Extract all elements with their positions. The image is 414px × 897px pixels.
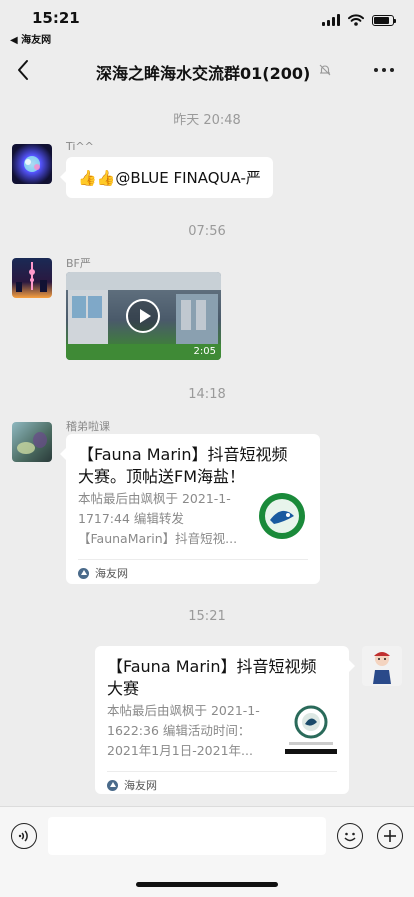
status-time: 15:21 — [32, 9, 80, 27]
plus-icon[interactable] — [377, 823, 403, 849]
sender-name: BF严 — [66, 257, 91, 270]
message-bubble[interactable]: 👍👍@BLUE FINAQUA-严 — [60, 157, 273, 198]
battery-icon — [372, 14, 396, 26]
play-icon[interactable] — [126, 299, 160, 333]
message-timestamp: 15:21 — [188, 609, 226, 624]
link-card[interactable]: 【Fauna Marin】抖音短视频大赛 本帖最后由飒枫于 2021-1-162… — [95, 646, 355, 794]
cellular-signal-icon — [322, 14, 340, 26]
more-dots-icon[interactable] — [374, 68, 394, 72]
home-indicator — [136, 882, 278, 887]
sender-name: 稽弟啦课 — [66, 420, 110, 433]
card-divider — [107, 771, 337, 772]
haiyou-logo-icon — [78, 567, 89, 579]
chat-title: 深海之眸海水交流群01(200) — [96, 64, 311, 83]
message-timestamp: 昨天 20:48 — [173, 113, 241, 128]
smile-glyph — [344, 832, 356, 842]
wifi-icon — [348, 14, 364, 26]
link-source: 海友网 — [78, 565, 128, 581]
battery-fill — [374, 16, 390, 24]
coral-avatar-icon — [24, 156, 40, 172]
bell-off-icon — [319, 64, 331, 76]
fauna-marin-logo-icon — [285, 705, 337, 754]
avatar[interactable] — [12, 422, 52, 462]
link-source-label: 海友网 — [95, 567, 128, 580]
sender-name: Ti^^ — [66, 140, 94, 153]
link-description: 本帖最后由飒枫于 2021-1-1622:36 编辑活动时间：2021年1月1日… — [107, 703, 260, 758]
chevron-left-icon[interactable] — [14, 57, 34, 83]
haiyou-logo-icon — [107, 779, 118, 791]
link-title: 【Fauna Marin】抖音短视频大赛 — [107, 657, 317, 698]
status-bar: 15:21 ◀ 海友网 — [0, 0, 414, 48]
aquarium-club-logo-icon — [259, 493, 305, 539]
avatar[interactable] — [12, 258, 52, 298]
link-card[interactable]: 【Fauna Marin】抖音短视频大赛。顶帖送FM海盐！ 本帖最后由飒枫于 2… — [60, 434, 320, 584]
voice-wave-glyph — [18, 830, 28, 842]
message-timestamp: 14:18 — [188, 387, 226, 402]
link-title: 【Fauna Marin】抖音短视频大赛。顶帖送FM海盐！ — [78, 445, 288, 486]
link-description: 本帖最后由飒枫于 2021-1-1717:44 编辑转发【FaunaMarin】… — [78, 491, 238, 546]
message-input[interactable] — [48, 817, 326, 855]
back-to-app-link[interactable]: ◀ 海友网 — [10, 31, 51, 46]
reef-avatar-icon — [17, 432, 47, 454]
link-source: 海友网 — [107, 777, 157, 793]
message-timestamp: 07:56 — [188, 224, 226, 239]
city-skyline-icon — [16, 262, 47, 292]
chat-header: 深海之眸海水交流群01(200) — [0, 48, 414, 94]
avatar[interactable] — [12, 144, 52, 184]
plus-glyph — [384, 830, 396, 842]
video-duration: 2:05 — [193, 346, 216, 357]
video-thumbnail[interactable]: 2:05 — [66, 272, 221, 360]
status-icons — [322, 14, 396, 26]
avatar[interactable] — [362, 646, 402, 686]
emoji-icon[interactable] — [337, 823, 363, 849]
voice-icon[interactable] — [11, 823, 37, 849]
link-source-label: 海友网 — [124, 779, 157, 792]
card-divider — [78, 559, 308, 560]
cartoon-user-avatar-icon — [373, 652, 391, 684]
